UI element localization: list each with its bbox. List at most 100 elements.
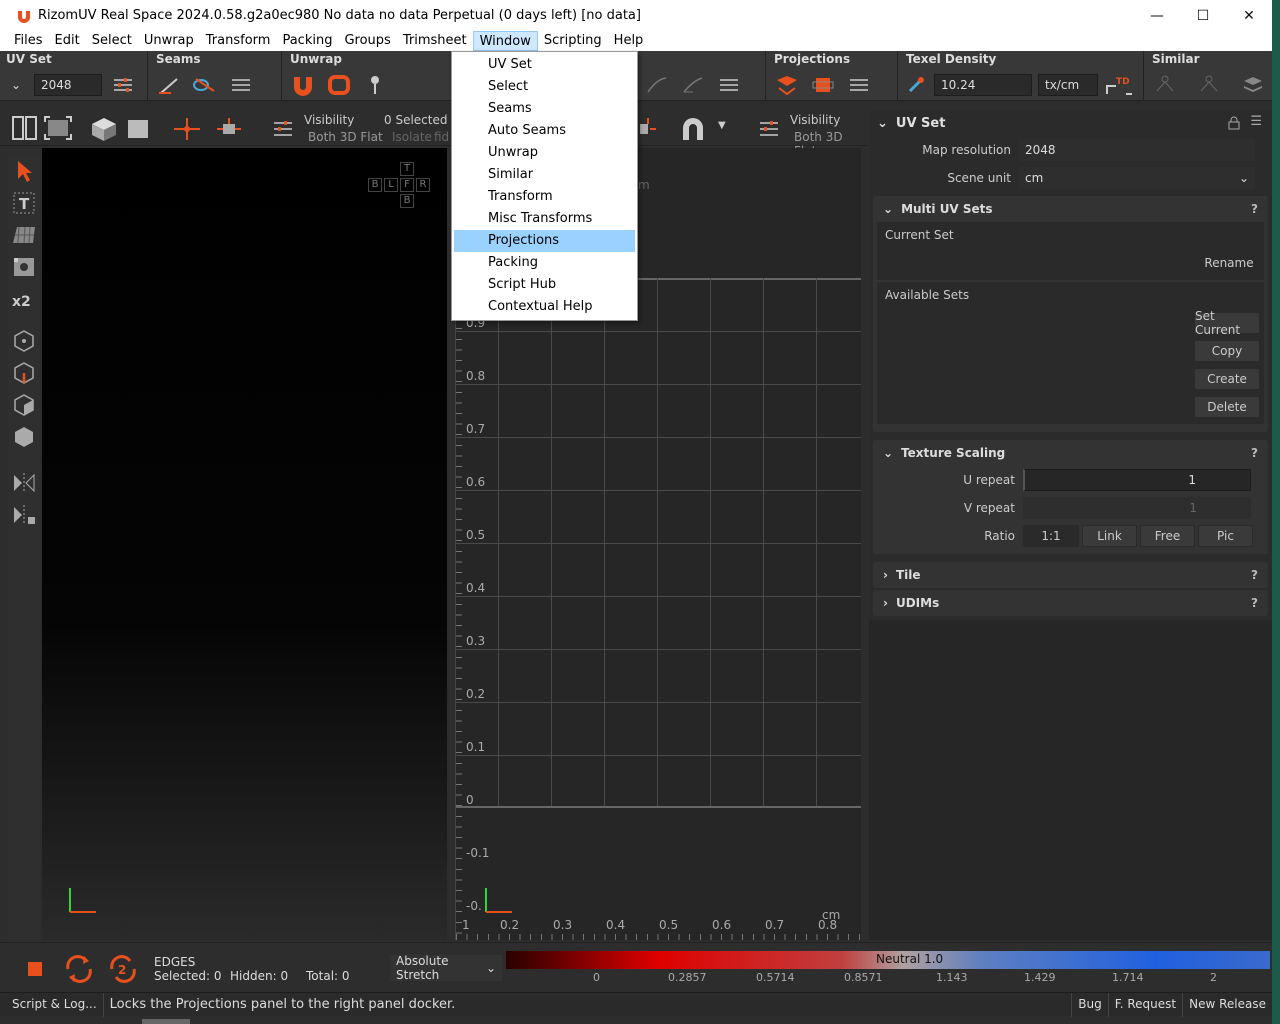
viewport-3d[interactable]: T B L F R B xyxy=(42,148,447,940)
chevron-right-icon[interactable]: › xyxy=(883,568,888,582)
sliders-icon[interactable] xyxy=(844,73,874,97)
udims-header[interactable]: › UDIMs ? xyxy=(873,590,1268,616)
curve-icon[interactable] xyxy=(642,73,672,97)
uvset-resolution-field[interactable]: 2048 xyxy=(34,74,102,96)
chevron-down-icon[interactable]: ⌄ xyxy=(877,116,888,131)
sliders-icon[interactable] xyxy=(714,73,744,97)
menu-groups[interactable]: Groups xyxy=(338,31,396,51)
chevron-right-icon[interactable]: › xyxy=(883,596,888,610)
window-menu-item-similar[interactable]: Similar xyxy=(454,164,635,186)
help-icon[interactable]: ? xyxy=(1251,446,1258,460)
help-icon[interactable]: ? xyxy=(1251,202,1258,216)
u-repeat-field[interactable]: 1 xyxy=(1023,469,1251,491)
create-button[interactable]: Create xyxy=(1194,368,1260,390)
menu-files[interactable]: Files xyxy=(8,31,49,51)
chevron-down-icon[interactable]: ⌄ xyxy=(883,202,893,216)
texel-apply-icon[interactable]: TD xyxy=(1104,73,1134,97)
view-cube-front[interactable]: F xyxy=(400,178,414,192)
help-icon[interactable]: ? xyxy=(1251,596,1258,610)
gizmo-cube-icon[interactable] xyxy=(214,116,244,145)
visibility-mode-3d[interactable]: Both 3D Flat xyxy=(308,130,383,144)
minimize-button[interactable]: — xyxy=(1134,0,1180,31)
map-resolution-field[interactable]: 2048 xyxy=(1019,139,1255,161)
stack-icon[interactable] xyxy=(1238,73,1268,97)
ratio-free-button[interactable]: Free xyxy=(1140,525,1195,547)
edge-mode-icon[interactable] xyxy=(8,357,40,389)
select-arrow-icon[interactable] xyxy=(8,155,40,187)
gizmo-center-icon[interactable] xyxy=(172,116,202,145)
view-cube-right[interactable]: R xyxy=(416,178,430,192)
mirror-icon[interactable] xyxy=(8,467,40,499)
multiply-x2-icon[interactable]: x2 xyxy=(8,283,40,315)
close-button[interactable]: ✕ xyxy=(1226,0,1272,31)
window-menu-item-misc-transforms[interactable]: Misc Transforms xyxy=(454,208,635,230)
view-cube-top[interactable]: T xyxy=(400,162,414,176)
shaded-cube-icon[interactable] xyxy=(90,116,118,145)
chevron-down-icon[interactable]: ⌄ xyxy=(883,446,893,460)
projection-planar-icon[interactable] xyxy=(772,73,802,97)
bug-button[interactable]: Bug xyxy=(1071,992,1107,1017)
pin-icon[interactable] xyxy=(360,73,390,97)
gizmo-uv-icon[interactable] xyxy=(638,116,658,145)
chevron-down-icon[interactable]: ⌄ xyxy=(4,78,28,92)
help-icon[interactable]: ? xyxy=(1251,568,1258,582)
uvset-panel-header[interactable]: ⌄ UV Set ☰ xyxy=(869,110,1272,136)
menu-unwrap[interactable]: Unwrap xyxy=(138,31,200,51)
stretch-mode-select[interactable]: Absolute Stretch ⌄ xyxy=(390,954,502,982)
curve-axis-icon[interactable] xyxy=(678,73,708,97)
frame-view-icon[interactable] xyxy=(44,116,72,143)
window-menu-item-auto-seams[interactable]: Auto Seams xyxy=(454,120,635,142)
vertex-mode-icon[interactable] xyxy=(8,325,40,357)
feature-request-button[interactable]: F. Request xyxy=(1107,992,1182,1017)
menu-window[interactable]: Window xyxy=(472,31,538,51)
visibility-sliders-icon[interactable] xyxy=(272,118,294,143)
new-release-button[interactable]: New Release xyxy=(1182,992,1272,1017)
view-cube-left[interactable]: L xyxy=(384,178,398,192)
text-tool-icon[interactable]: T xyxy=(8,187,40,219)
similar-tree-icon[interactable] xyxy=(1150,73,1180,97)
scene-unit-select[interactable]: cm ⌄ xyxy=(1019,167,1255,189)
loop-icon[interactable] xyxy=(62,953,96,988)
script-log-button[interactable]: Script & Log... xyxy=(0,992,104,1017)
face-mode-icon[interactable] xyxy=(8,389,40,421)
ratio-pic-button[interactable]: Pic xyxy=(1198,525,1253,547)
uv-grid-icon[interactable] xyxy=(8,219,40,251)
visibility-sliders-uv-icon[interactable] xyxy=(758,118,780,143)
ratio-link-button[interactable]: Link xyxy=(1082,525,1137,547)
island-mode-icon[interactable] xyxy=(8,421,40,453)
menu-select[interactable]: Select xyxy=(86,31,138,51)
texel-unit-select[interactable]: tx/cm xyxy=(1038,74,1098,96)
projection-box-icon[interactable] xyxy=(808,73,838,97)
similar-select-icon[interactable] xyxy=(1194,73,1224,97)
sliders-icon[interactable] xyxy=(108,73,138,97)
menu-help[interactable]: Help xyxy=(608,31,650,51)
mirror-settings-icon[interactable] xyxy=(8,499,40,531)
window-menu-item-seams[interactable]: Seams xyxy=(454,98,635,120)
magnet-icon[interactable] xyxy=(678,116,708,145)
unwrap-icon[interactable] xyxy=(288,73,318,97)
copy-button[interactable]: Copy xyxy=(1194,340,1260,362)
v-repeat-field[interactable]: 1 xyxy=(1023,497,1251,519)
menu-transform[interactable]: Transform xyxy=(200,31,277,51)
rename-button[interactable]: Rename xyxy=(1198,252,1260,274)
maximize-button[interactable]: ☐ xyxy=(1180,0,1226,31)
lock-icon[interactable] xyxy=(1228,116,1240,134)
window-menu-item-uvset[interactable]: UV Set xyxy=(454,54,635,76)
view-cube-back[interactable]: B xyxy=(368,178,382,192)
window-menu-item-packing[interactable]: Packing xyxy=(454,252,635,274)
menu-scripting[interactable]: Scripting xyxy=(538,31,608,51)
multi-uv-sets-header[interactable]: ⌄ Multi UV Sets ? xyxy=(873,196,1268,222)
texel-density-field[interactable]: 10.24 xyxy=(934,74,1032,96)
menu-edit[interactable]: Edit xyxy=(49,31,86,51)
seam-weld-icon[interactable] xyxy=(190,73,220,97)
chevron-down-icon[interactable]: ▼ xyxy=(718,120,726,131)
window-menu-item-transform[interactable]: Transform xyxy=(454,186,635,208)
view-cube[interactable]: T B L F R B xyxy=(368,162,432,210)
isolate-button[interactable]: Isolate xyxy=(392,130,432,144)
set-current-button[interactable]: Set Current xyxy=(1194,309,1260,337)
loop-2-icon[interactable]: 2 xyxy=(106,953,140,988)
window-menu-item-unwrap[interactable]: Unwrap xyxy=(454,142,635,164)
flat-square-icon[interactable] xyxy=(126,118,150,143)
tile-header[interactable]: › Tile ? xyxy=(873,562,1268,588)
window-menu-item-select[interactable]: Select xyxy=(454,76,635,98)
